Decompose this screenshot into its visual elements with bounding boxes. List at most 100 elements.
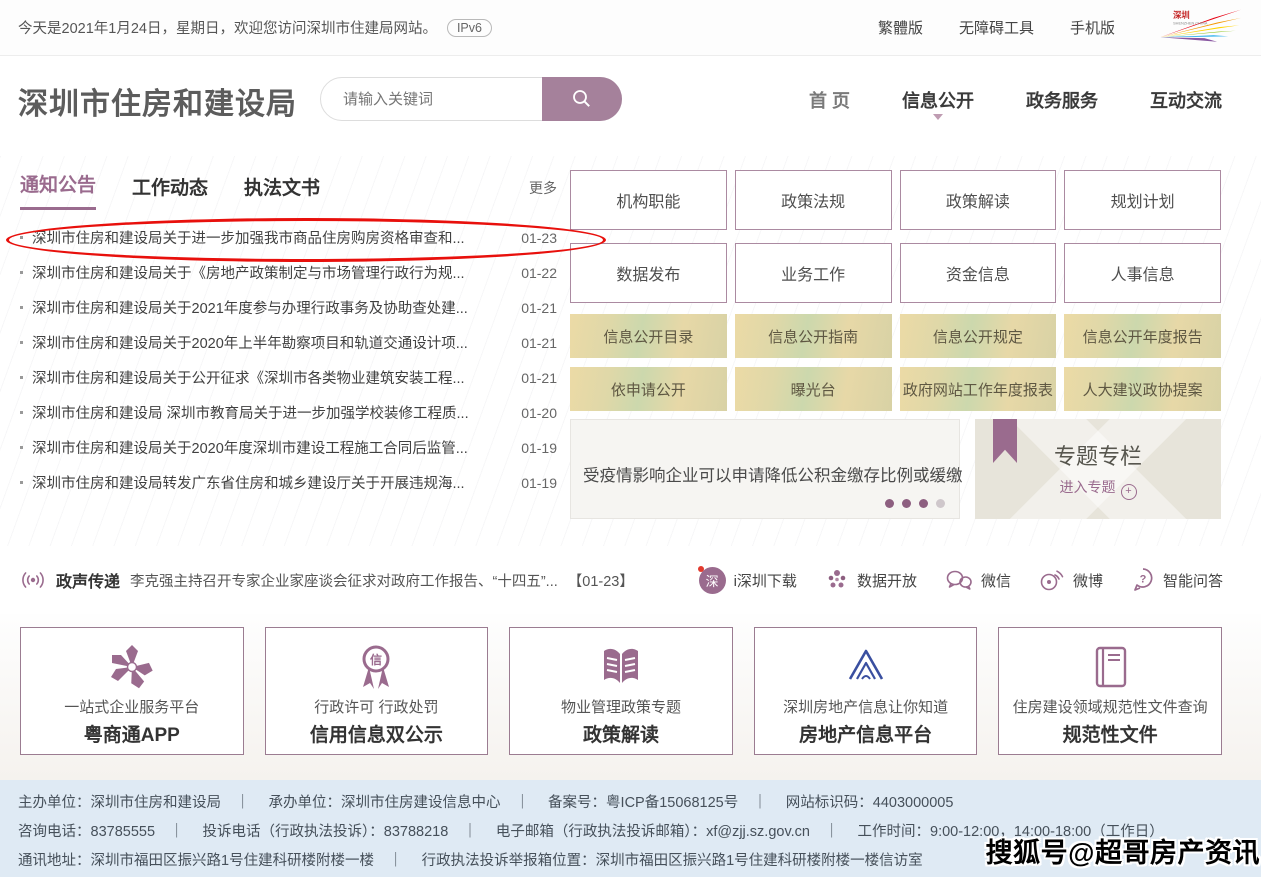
link-disclosure-catalog[interactable]: 信息公开目录: [570, 314, 727, 358]
shenzhen-city-logo-icon: 深圳 SHENZHEN CHINA: [1151, 7, 1243, 49]
search-icon: [570, 87, 594, 111]
tool-label: 数据开放: [857, 570, 917, 591]
link-personnel-info[interactable]: 人事信息: [1064, 243, 1221, 303]
bullet-icon: [20, 236, 23, 239]
link-annual-report[interactable]: 信息公开年度报告: [1064, 314, 1221, 358]
more-link[interactable]: 更多: [529, 178, 557, 198]
card-yueshangtong-app[interactable]: 一站式企业服务平台 粤商通APP: [20, 627, 244, 755]
nav-home[interactable]: 首 页: [809, 87, 850, 113]
promo-cards: 一站式企业服务平台 粤商通APP 信 行政许可 行政处罚 信用信息双公示: [20, 627, 1222, 755]
list-item[interactable]: 深圳市住房和建设局关于2020年度深圳市建设工程施工合同后监管... 01-19: [20, 430, 557, 465]
carousel-dots: [885, 499, 945, 508]
circle-plus-icon: +: [1121, 484, 1137, 500]
wechat-link[interactable]: 微信: [945, 569, 1011, 591]
notice-title[interactable]: 深圳市住房和建设局 深圳市教育局关于进一步加强学校装修工程质...: [32, 402, 511, 423]
notice-title[interactable]: 深圳市住房和建设局转发广东省住房和城乡建设厅关于开展违规海...: [32, 472, 511, 493]
list-item[interactable]: 深圳市住房和建设局关于进一步加强我市商品住房购房资格审查和... 01-23: [20, 220, 557, 255]
bullet-icon: [20, 376, 23, 379]
link-disclosure-guide[interactable]: 信息公开指南: [735, 314, 892, 358]
card-icon-wrap: [21, 641, 243, 693]
card-title: 信用信息双公示: [266, 720, 488, 747]
card-icon-wrap: [999, 641, 1221, 693]
enter-topics-label: 进入专题: [1060, 479, 1116, 495]
notice-list: 深圳市住房和建设局关于进一步加强我市商品住房购房资格审查和... 01-23 深…: [20, 220, 557, 500]
card-icon-wrap: 信: [266, 641, 488, 693]
tab-notices[interactable]: 通知公告: [20, 170, 96, 210]
card-icon-wrap: [510, 641, 732, 693]
link-disclosure-rules[interactable]: 信息公开规定: [900, 314, 1057, 358]
open-book-icon: [598, 645, 644, 689]
bullet-icon: [20, 341, 23, 344]
list-item[interactable]: 深圳市住房和建设局关于2021年度参与办理行政事务及协助查处建... 01-21: [20, 290, 557, 325]
carousel-banner[interactable]: 受疫情影响企业可以申请降低公积金缴存比例或缓缴: [570, 419, 960, 519]
carousel-caption[interactable]: 受疫情影响企业可以申请降低公积金缴存比例或缓缴: [583, 462, 963, 486]
link-policies-regulations[interactable]: 政策法规: [735, 170, 892, 230]
notice-title[interactable]: 深圳市住房和建设局关于公开征求《深圳市各类物业建筑安装工程...: [32, 367, 511, 388]
notice-title[interactable]: 深圳市住房和建设局关于2020年度深圳市建设工程施工合同后监管...: [32, 437, 511, 458]
smart-qa-icon: ?: [1131, 567, 1155, 593]
link-funds-info[interactable]: 资金信息: [900, 243, 1057, 303]
list-item[interactable]: 深圳市住房和建设局关于2020年上半年勘察项目和轨道交通设计项... 01-21: [20, 325, 557, 360]
ishenzhen-download[interactable]: 深 i深圳下载: [699, 567, 797, 594]
carousel-dot[interactable]: [902, 499, 911, 508]
weibo-link[interactable]: 微博: [1039, 568, 1103, 592]
carousel-dot[interactable]: [936, 499, 945, 508]
accessibility-tools-link[interactable]: 无障碍工具: [959, 17, 1034, 38]
enter-topics-link[interactable]: 进入专题 +: [975, 477, 1221, 500]
link-org-functions[interactable]: 机构职能: [570, 170, 727, 230]
list-item[interactable]: 深圳市住房和建设局关于《房地产政策制定与市场管理行政行为规... 01-22: [20, 255, 557, 290]
open-data-link[interactable]: 数据开放: [825, 568, 917, 592]
link-website-annual-report[interactable]: 政府网站工作年度报表: [900, 367, 1057, 411]
link-policy-interpretation[interactable]: 政策解读: [900, 170, 1057, 230]
nav-interaction[interactable]: 互动交流: [1150, 87, 1222, 113]
card-title: 政策解读: [510, 720, 732, 747]
nav-gov-services[interactable]: 政务服务: [1026, 87, 1098, 113]
bullet-icon: [20, 306, 23, 309]
card-credit-disclosure[interactable]: 信 行政许可 行政处罚 信用信息双公示: [265, 627, 489, 755]
ishenzhen-app-icon: 深: [699, 567, 726, 594]
notice-date: 01-21: [521, 370, 557, 386]
smart-qa-link[interactable]: ? 智能问答: [1131, 567, 1223, 593]
link-npc-cppcc-proposals[interactable]: 人大建议政协提案: [1064, 367, 1221, 411]
link-business-work[interactable]: 业务工作: [735, 243, 892, 303]
link-planning[interactable]: 规划计划: [1064, 170, 1221, 230]
card-realestate-platform[interactable]: 深圳房地产信息让你知道 房地产信息平台: [754, 627, 978, 755]
tool-label: 微信: [981, 570, 1011, 591]
medal-char: 信: [370, 652, 382, 667]
weibo-icon: [1039, 568, 1065, 592]
gov-voice-headline[interactable]: 李克强主持召开专家企业家座谈会征求对政府工作报告、“十四五”...: [130, 570, 558, 591]
search-box: [320, 77, 622, 121]
gov-voice-label: 政声传递: [56, 568, 120, 592]
card-subtitle: 一站式企业服务平台: [21, 696, 243, 717]
tab-enforcement-docs[interactable]: 执法文书: [244, 173, 320, 210]
notice-title[interactable]: 深圳市住房和建设局关于《房地产政策制定与市场管理行政行为规...: [32, 262, 511, 283]
card-normative-documents[interactable]: 住房建设领域规范性文件查询 规范性文件: [998, 627, 1222, 755]
link-exposure-platform[interactable]: 曝光台: [735, 367, 892, 411]
notice-title[interactable]: 深圳市住房和建设局关于2020年上半年勘察项目和轨道交通设计项...: [32, 332, 511, 353]
nav-info-disclosure[interactable]: 信息公开: [902, 87, 974, 113]
ipv6-badge[interactable]: IPv6: [447, 19, 492, 37]
link-disclosure-on-request[interactable]: 依申请公开: [570, 367, 727, 411]
carousel-dot[interactable]: [885, 499, 894, 508]
link-data-release[interactable]: 数据发布: [570, 243, 727, 303]
search-input[interactable]: [321, 78, 542, 120]
notice-date: 01-19: [521, 475, 557, 491]
special-topics-card[interactable]: 专题专栏 进入专题+: [975, 419, 1221, 519]
carousel-dot[interactable]: [919, 499, 928, 508]
list-item[interactable]: 深圳市住房和建设局转发广东省住房和城乡建设厅关于开展违规海... 01-19: [20, 465, 557, 500]
search-button[interactable]: [542, 77, 622, 121]
realestate-logo-icon: [842, 645, 890, 689]
mobile-version-link[interactable]: 手机版: [1070, 17, 1115, 38]
notice-date: 01-23: [521, 230, 557, 246]
list-item[interactable]: 深圳市住房和建设局 深圳市教育局关于进一步加强学校装修工程质... 01-20: [20, 395, 557, 430]
logo-cn-text: 深圳: [1173, 9, 1190, 19]
main-nav: 首 页 信息公开 政务服务 互动交流: [809, 87, 1222, 113]
list-item[interactable]: 深圳市住房和建设局关于公开征求《深圳市各类物业建筑安装工程... 01-21: [20, 360, 557, 395]
notice-title[interactable]: 深圳市住房和建设局关于2021年度参与办理行政事务及协助查处建...: [32, 297, 511, 318]
card-policy-interpretation[interactable]: 物业管理政策专题 政策解读: [509, 627, 733, 755]
notice-date: 01-22: [521, 265, 557, 281]
notice-title[interactable]: 深圳市住房和建设局关于进一步加强我市商品住房购房资格审查和...: [32, 227, 511, 248]
nav-info-disclosure-label: 信息公开: [902, 91, 974, 111]
tab-work-updates[interactable]: 工作动态: [132, 173, 208, 210]
traditional-chinese-link[interactable]: 繁體版: [878, 17, 923, 38]
